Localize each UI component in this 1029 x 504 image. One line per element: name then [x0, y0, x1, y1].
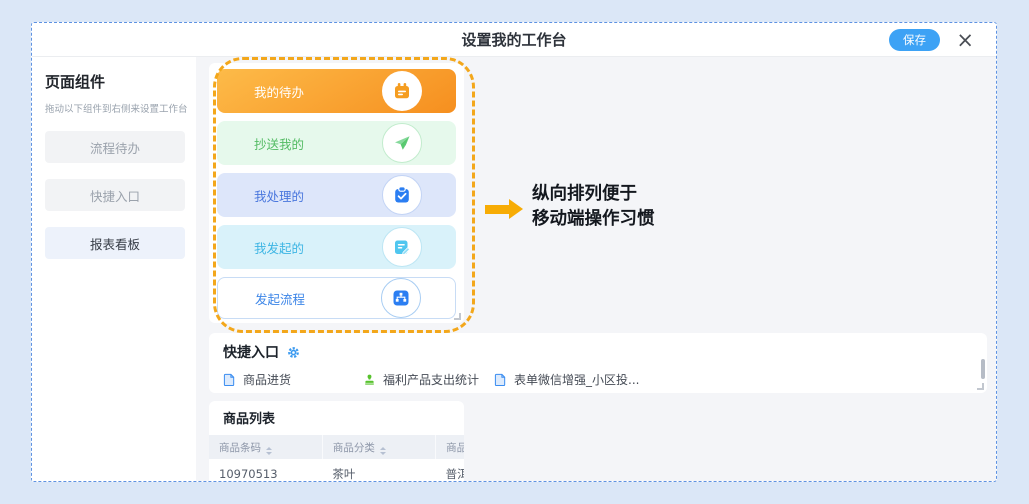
- widget-card-label: 发起流程: [255, 289, 305, 308]
- sort-icon[interactable]: [266, 447, 272, 455]
- close-icon[interactable]: ×: [956, 26, 974, 54]
- workbench-settings-modal: 设置我的工作台 保存 × 页面组件 拖动以下组件到右侧来设置工作台 流程待办 快…: [31, 22, 997, 482]
- modal-title: 设置我的工作台: [32, 23, 996, 57]
- product-table: 商品条码 商品分类 商品名称: [209, 435, 464, 481]
- paper-plane-icon: [382, 123, 422, 163]
- modal-header: 设置我的工作台 保存 ×: [32, 23, 996, 57]
- cell-name: 普洱茶: [436, 459, 464, 481]
- annotation-text: 纵向排列便于 移动端操作习惯: [532, 182, 655, 232]
- widget-card-label: 我发起的: [254, 238, 304, 257]
- sort-icon[interactable]: [380, 447, 386, 455]
- sitemap-icon: [381, 278, 421, 318]
- workbench-canvas: 我的待办 抄送我的: [196, 57, 996, 481]
- widget-card-label: 我的待办: [254, 82, 304, 101]
- column-header-category[interactable]: 商品分类: [322, 435, 435, 459]
- annotation-line2: 移动端操作习惯: [532, 207, 655, 232]
- modal-body: 页面组件 拖动以下组件到右侧来设置工作台 流程待办 快捷入口 报表看板 我的待办: [32, 57, 996, 481]
- quick-link-label: 商品进货: [243, 371, 291, 388]
- sidebar-item-quick-entry[interactable]: 快捷入口: [45, 179, 185, 211]
- sidebar-hint: 拖动以下组件到右侧来设置工作台: [45, 101, 185, 115]
- quick-entry-title: 快捷入口: [223, 342, 279, 362]
- sidebar-item-process-todo[interactable]: 流程待办: [45, 131, 185, 163]
- clipboard-check-icon: [382, 175, 422, 215]
- cell-barcode: 10970513: [209, 459, 322, 481]
- annotation-arrow-icon: [485, 199, 523, 219]
- column-header-name[interactable]: 商品名称: [436, 435, 464, 459]
- sidebar-title: 页面组件: [45, 71, 185, 92]
- widget-card-label: 抄送我的: [254, 134, 304, 153]
- quick-link-product-purchase[interactable]: 商品进货: [223, 371, 363, 388]
- widget-card-handled-by-me[interactable]: 我处理的: [217, 173, 456, 217]
- widget-card-my-todo[interactable]: 我的待办: [217, 69, 456, 113]
- table-row[interactable]: 10970513 茶叶 普洱茶: [209, 459, 464, 481]
- stamp-icon: [363, 373, 376, 386]
- column-header-barcode[interactable]: 商品条码: [209, 435, 322, 459]
- widget-card-cc-to-me[interactable]: 抄送我的: [217, 121, 456, 165]
- widget-card-start-process[interactable]: 发起流程: [217, 277, 456, 319]
- document-icon: [494, 373, 507, 386]
- scrollbar-thumb[interactable]: [981, 359, 985, 379]
- calendar-icon: [382, 71, 422, 111]
- quick-entry-panel[interactable]: 快捷入口: [209, 333, 987, 393]
- annotation-line1: 纵向排列便于: [532, 182, 655, 207]
- quick-link-welfare-stats[interactable]: 福利产品支出统计: [363, 371, 494, 388]
- sidebar-item-report-board[interactable]: 报表看板: [45, 227, 185, 259]
- document-icon: [223, 373, 236, 386]
- note-edit-icon: [382, 227, 422, 267]
- cell-category: 茶叶: [322, 459, 435, 481]
- quick-link-form-wechat[interactable]: 表单微信增强_小区投...: [494, 371, 639, 388]
- product-list-title: 商品列表: [209, 408, 464, 427]
- gear-icon[interactable]: [287, 346, 300, 359]
- widget-column-panel[interactable]: 我的待办 抄送我的: [209, 63, 464, 323]
- widget-card-initiated-by-me[interactable]: 我发起的: [217, 225, 456, 269]
- panel-resize-handle[interactable]: [977, 383, 984, 390]
- quick-link-label: 福利产品支出统计: [383, 371, 479, 388]
- page-background: 设置我的工作台 保存 × 页面组件 拖动以下组件到右侧来设置工作台 流程待办 快…: [0, 0, 1029, 504]
- widget-card-label: 我处理的: [254, 186, 304, 205]
- save-button[interactable]: 保存: [889, 29, 940, 51]
- components-sidebar: 页面组件 拖动以下组件到右侧来设置工作台 流程待办 快捷入口 报表看板: [32, 57, 196, 481]
- quick-link-label: 表单微信增强_小区投...: [514, 371, 639, 388]
- panel-resize-handle[interactable]: [454, 313, 461, 320]
- product-list-panel[interactable]: 商品列表 商品条码 商品分类 商品名称: [209, 401, 464, 481]
